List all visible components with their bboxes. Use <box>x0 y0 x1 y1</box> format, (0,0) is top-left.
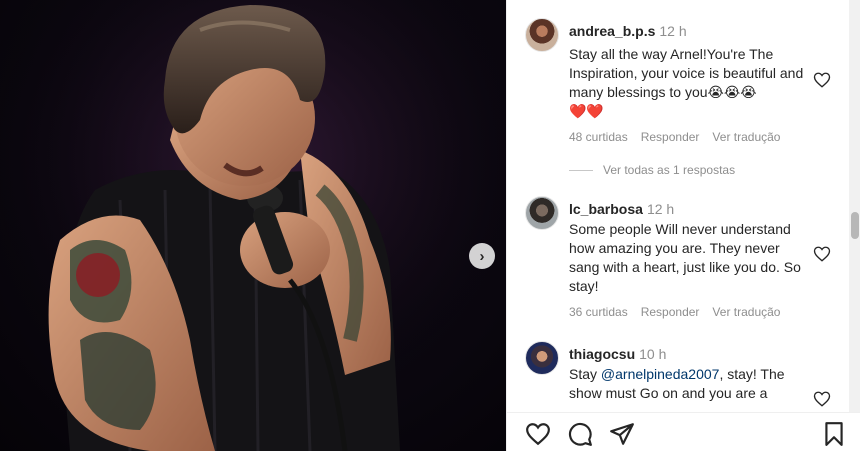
bookmark-icon[interactable] <box>821 421 847 447</box>
comment-likes[interactable]: 36 curtidas <box>569 305 628 319</box>
replies-divider <box>569 169 593 171</box>
comment-time: 12 h <box>646 201 675 217</box>
comment-text: Some people Will never understand how am… <box>569 221 805 294</box>
reply-button[interactable]: Responder <box>641 305 700 319</box>
scrollbar-thumb[interactable] <box>851 212 859 239</box>
post-photo: › <box>0 0 506 451</box>
comment-text-prefix: Stay <box>569 366 601 382</box>
heart-icon[interactable] <box>813 390 831 408</box>
post-action-bar <box>507 412 860 451</box>
comment-icon[interactable] <box>567 421 593 447</box>
heart-icon[interactable] <box>813 71 831 89</box>
avatar[interactable] <box>525 18 559 52</box>
comment-username[interactable]: thiagocsu <box>569 346 635 362</box>
reply-button[interactable]: Responder <box>641 130 700 144</box>
singer-photo-illustration <box>0 0 506 451</box>
view-replies-link[interactable]: Ver todas as 1 respostas <box>569 163 735 177</box>
send-icon[interactable] <box>609 421 635 447</box>
comment-text: Stay all the way Arnel!You're The Inspir… <box>569 46 808 100</box>
comment-username[interactable]: andrea_b.p.s <box>569 23 655 39</box>
view-replies-label: Ver todas as 1 respostas <box>603 163 736 177</box>
translate-button[interactable]: Ver tradução <box>712 130 780 144</box>
chevron-right-icon: › <box>479 247 485 265</box>
comment-emoji-line: ❤️❤️ <box>569 103 604 119</box>
mention-link[interactable]: @arnelpineda2007 <box>601 366 720 382</box>
comment-list[interactable]: andrea_b.p.s 12 h Stay all the way Arnel!… <box>507 0 847 412</box>
comment-username[interactable]: lc_barbosa <box>569 201 643 217</box>
next-photo-button[interactable]: › <box>469 243 495 269</box>
avatar[interactable] <box>525 341 559 375</box>
avatar[interactable] <box>525 196 559 230</box>
comments-panel: andrea_b.p.s 12 h Stay all the way Arnel!… <box>506 0 860 451</box>
comment-text: Stay @arnelpineda2007, stay! The show mu… <box>569 365 809 403</box>
comment-time: 12 h <box>659 23 687 39</box>
heart-icon[interactable] <box>813 245 831 263</box>
comment-time: 10 h <box>639 346 667 362</box>
comments-scrollbar[interactable] <box>849 0 860 412</box>
translate-button[interactable]: Ver tradução <box>712 305 780 319</box>
comment-likes[interactable]: 48 curtidas <box>569 130 628 144</box>
heart-icon[interactable] <box>525 421 551 447</box>
